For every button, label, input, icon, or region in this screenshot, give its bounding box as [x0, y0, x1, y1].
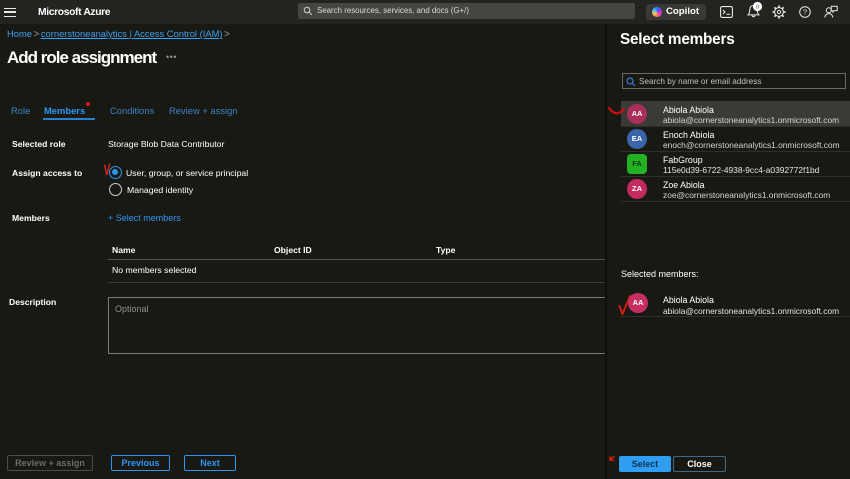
svg-text:?: ?	[803, 8, 807, 17]
svg-text:0: 0	[756, 5, 759, 11]
